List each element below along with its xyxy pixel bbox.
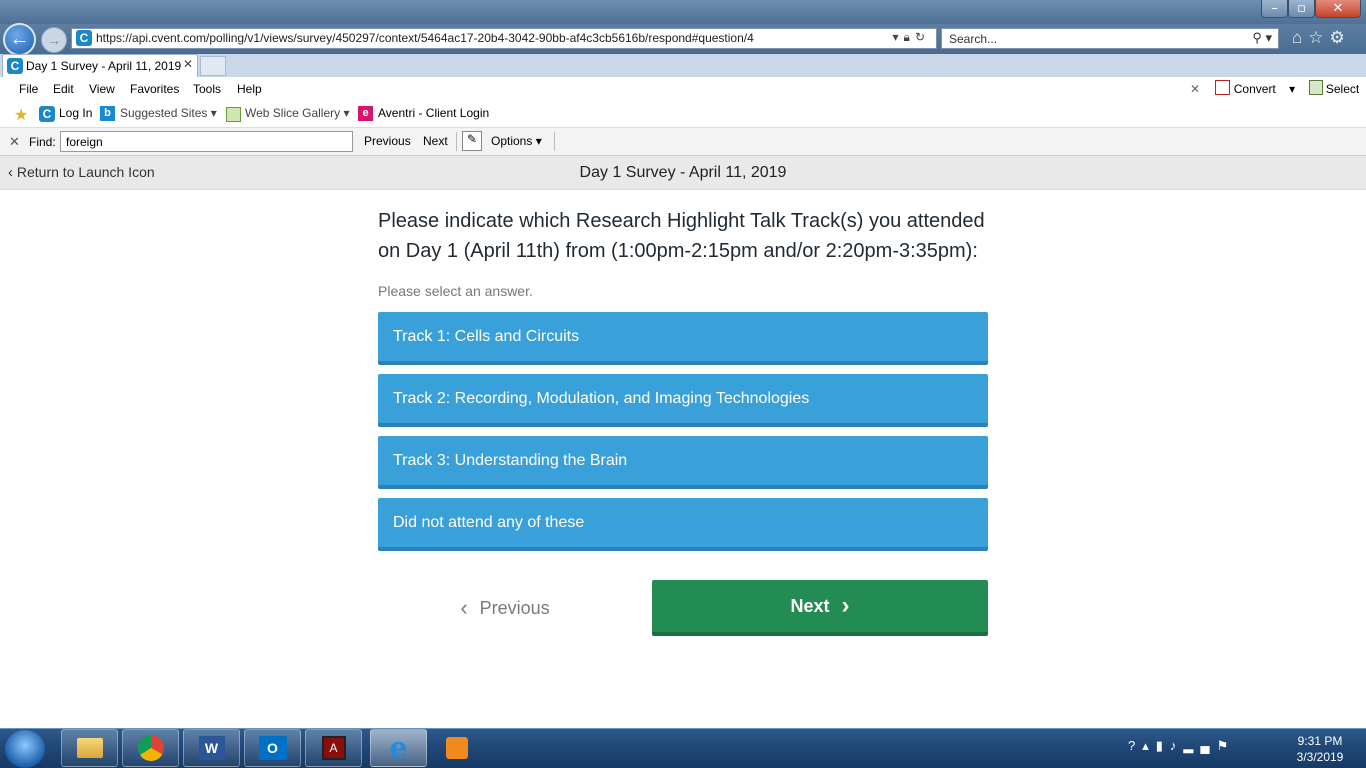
find-input[interactable] bbox=[60, 131, 353, 152]
menu-help[interactable]: Help bbox=[237, 82, 262, 96]
new-tab-button[interactable] bbox=[200, 56, 226, 76]
help-icon[interactable]: ? bbox=[1128, 738, 1142, 753]
arrow-left-icon: ← bbox=[9, 28, 30, 50]
arrow-right-icon: → bbox=[47, 32, 61, 48]
find-next-button[interactable]: Next bbox=[423, 134, 448, 148]
search-input[interactable]: Search... bbox=[949, 32, 997, 46]
window-titlebar bbox=[0, 0, 1366, 24]
fav-login[interactable]: Log In bbox=[59, 106, 92, 120]
tab-title: Day 1 Survey - April 11, 2019 bbox=[26, 59, 182, 73]
url-text[interactable]: https://api.cvent.com/polling/v1/views/s… bbox=[96, 31, 754, 45]
acrobat-icon: A bbox=[321, 736, 346, 760]
find-label: Find: bbox=[29, 135, 56, 149]
bing-icon: b bbox=[100, 106, 115, 121]
favorites-bar: ★ C Log In b Suggested Sites ▾ Web Slice… bbox=[0, 101, 1366, 127]
answer-option-none[interactable]: Did not attend any of these bbox=[378, 498, 988, 551]
browser-toolbar-icons: ⌂☆⚙ bbox=[1292, 28, 1351, 48]
chevron-right-icon: › bbox=[841, 592, 850, 619]
word-icon: W bbox=[198, 736, 225, 760]
search-icon[interactable]: ⚲ ▾ bbox=[1252, 30, 1272, 46]
convert-button[interactable]: Convert bbox=[1234, 82, 1276, 96]
maximize-button[interactable]: ▫ bbox=[1288, 0, 1315, 18]
cvent-tab-icon: C bbox=[7, 58, 23, 74]
refresh-icon[interactable]: ↻ bbox=[915, 30, 930, 44]
aventri-icon: e bbox=[358, 106, 373, 121]
fav-suggested-sites[interactable]: Suggested Sites ▾ bbox=[120, 106, 217, 120]
outlook-icon: O bbox=[258, 736, 287, 760]
tab-active[interactable]: C Day 1 Survey - April 11, 2019 ✕ bbox=[2, 54, 198, 77]
cvent-site-icon: C bbox=[76, 30, 92, 46]
file-explorer-icon bbox=[76, 738, 103, 758]
convert-dropdown-icon[interactable]: ▾ bbox=[1289, 82, 1295, 96]
taskbar-file-explorer[interactable] bbox=[61, 729, 118, 767]
menu-tools[interactable]: Tools bbox=[193, 82, 221, 96]
answer-hint: Please select an answer. bbox=[378, 283, 533, 299]
survey-title: Day 1 Survey - April 11, 2019 bbox=[579, 164, 787, 181]
back-button[interactable]: ← bbox=[3, 23, 36, 56]
clock-date: 3/3/2019 bbox=[1296, 750, 1344, 764]
next-button[interactable]: Next › bbox=[652, 580, 988, 636]
search-box[interactable]: Search... ⚲ ▾ bbox=[941, 28, 1279, 49]
flag-icon[interactable]: ⚑ bbox=[1217, 738, 1236, 753]
cvent-fav-icon: C bbox=[39, 106, 55, 122]
select-tool-icon bbox=[1308, 80, 1323, 95]
web-slice-icon bbox=[226, 107, 241, 122]
close-window-button[interactable]: ✕ bbox=[1315, 0, 1361, 18]
answer-option-track-1[interactable]: Track 1: Cells and Circuits bbox=[378, 312, 988, 365]
close-toolbar-icon[interactable]: ✕ bbox=[1190, 82, 1200, 96]
favorites-star-icon[interactable]: ★ bbox=[14, 105, 28, 125]
previous-button[interactable]: ‹ Previous bbox=[440, 583, 570, 633]
divider bbox=[554, 132, 555, 151]
find-options-button[interactable]: Options ▾ bbox=[491, 134, 542, 148]
taskbar-word[interactable]: W bbox=[183, 729, 240, 767]
address-bar[interactable]: C https://api.cvent.com/polling/v1/views… bbox=[71, 28, 937, 49]
taskbar-internet-explorer[interactable]: e bbox=[370, 729, 427, 767]
forward-button[interactable]: → bbox=[41, 27, 67, 53]
previous-label: Previous bbox=[479, 597, 550, 618]
menu-edit[interactable]: Edit bbox=[53, 82, 74, 96]
gear-icon[interactable]: ⚙ bbox=[1330, 28, 1351, 47]
fav-web-slice-gallery[interactable]: Web Slice Gallery ▾ bbox=[245, 106, 350, 120]
highlight-icon[interactable]: ✎ bbox=[462, 131, 482, 151]
taskbar-outlook[interactable]: O bbox=[244, 729, 301, 767]
clock-time: 9:31 PM bbox=[1297, 734, 1343, 748]
close-tab-icon[interactable]: ✕ bbox=[183, 57, 193, 71]
media-player-icon[interactable] bbox=[446, 737, 468, 759]
address-bar-tools[interactable]: ▾🔒︎↻ bbox=[893, 30, 930, 45]
menu-bar: File Edit View Favorites Tools Help bbox=[0, 77, 1366, 101]
taskbar-chrome[interactable] bbox=[122, 729, 179, 767]
pdf-convert-toolbar: ✕ Convert ▾ Select bbox=[1190, 80, 1359, 96]
system-clock[interactable]: 9:31 PM 3/3/2019 bbox=[1285, 733, 1355, 765]
question-text: Please indicate which Research Highlight… bbox=[378, 210, 985, 262]
chevron-left-icon: ‹ bbox=[460, 595, 468, 620]
lock-icon[interactable]: 🔒︎ bbox=[904, 30, 915, 44]
fav-aventri-login[interactable]: Aventri - Client Login bbox=[378, 106, 489, 120]
battery-icon[interactable]: ▮ bbox=[1156, 738, 1170, 753]
close-find-icon[interactable]: ✕ bbox=[9, 134, 20, 150]
minimize-button[interactable]: – bbox=[1261, 0, 1288, 18]
answer-option-track-3[interactable]: Track 3: Understanding the Brain bbox=[378, 436, 988, 489]
home-icon[interactable]: ⌂ bbox=[1292, 28, 1308, 47]
select-button[interactable]: Select bbox=[1326, 82, 1359, 96]
menu-favorites[interactable]: Favorites bbox=[130, 82, 179, 96]
find-previous-button[interactable]: Previous bbox=[364, 134, 411, 148]
menu-file[interactable]: File bbox=[19, 82, 38, 96]
internet-explorer-icon: e bbox=[389, 731, 408, 764]
start-button[interactable] bbox=[5, 730, 45, 768]
pdf-convert-icon bbox=[1215, 80, 1231, 95]
divider bbox=[456, 132, 457, 151]
chrome-icon bbox=[137, 735, 164, 761]
dropdown-icon[interactable]: ▾ bbox=[893, 30, 904, 44]
next-label: Next bbox=[790, 595, 830, 616]
favorites-star-icon[interactable]: ☆ bbox=[1308, 28, 1329, 47]
network-icon[interactable]: ▂▄ bbox=[1183, 738, 1216, 753]
answer-option-track-2[interactable]: Track 2: Recording, Modulation, and Imag… bbox=[378, 374, 988, 427]
menu-view[interactable]: View bbox=[89, 82, 115, 96]
show-hidden-icons[interactable]: ▴ bbox=[1142, 738, 1156, 753]
system-tray: ?▴▮♪▂▄⚑ bbox=[1128, 738, 1235, 754]
volume-icon[interactable]: ♪ bbox=[1170, 738, 1184, 753]
taskbar-acrobat[interactable]: A bbox=[305, 729, 362, 767]
